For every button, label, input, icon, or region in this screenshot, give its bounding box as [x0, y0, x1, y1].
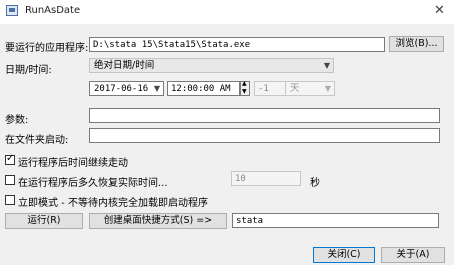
time-spinner[interactable]: ▲ ▼ [240, 80, 250, 96]
program-label: 要运行的应用程序: [5, 43, 89, 54]
time-input[interactable]: 12:00:00 AM [167, 81, 240, 96]
datetime-label: 日期/时间: [5, 65, 52, 76]
run-button[interactable]: 运行(R) [5, 213, 83, 229]
datetime-mode-value: 绝对日期/时间 [94, 60, 155, 71]
chevron-down-icon: ▼ [323, 61, 330, 70]
about-button[interactable]: 关于(A) [381, 247, 445, 263]
browse-button[interactable]: 浏览(B)... [389, 36, 444, 52]
datetime-mode-select[interactable]: 绝对日期/时间 ▼ [89, 58, 334, 73]
params-input[interactable] [89, 108, 440, 123]
spin-down-icon: ▼ [242, 88, 247, 95]
restore-time-label: 在运行程序后多久恢复实际时间... [18, 178, 168, 189]
create-shortcut-button[interactable]: 创建桌面快捷方式(S) => [89, 213, 227, 229]
spin-up-icon: ▲ [242, 80, 247, 87]
immediate-mode-checkbox[interactable] [5, 195, 15, 205]
close-window-icon[interactable]: ✕ [434, 3, 445, 18]
startdir-label: 在文件夹启动: [5, 135, 69, 146]
restore-time-checkbox[interactable] [5, 175, 15, 185]
calendar-dropdown-icon: ▼ [153, 84, 160, 93]
offset-unit-value: 天 [290, 83, 300, 94]
immediate-mode-label: 立即模式 - 不等待内核完全加载即启动程序 [18, 198, 208, 209]
shortcut-name-input[interactable]: stata [232, 213, 439, 228]
chevron-down-icon: ▼ [324, 84, 331, 93]
restore-unit-label: 秒 [310, 178, 320, 189]
date-value: 2017-06-16 [94, 84, 149, 94]
keep-moving-label: 运行程序后时间继续走动 [18, 158, 128, 169]
program-path-input[interactable]: D:\stata 15\Stata15\Stata.exe [89, 37, 385, 52]
params-label: 参数: [5, 115, 29, 126]
startdir-input[interactable] [89, 128, 440, 143]
close-button[interactable]: 关闭(C) [313, 247, 375, 263]
window-title: RunAsDate [25, 5, 81, 16]
app-icon [6, 5, 18, 16]
date-picker[interactable]: 2017-06-16 ▼ [89, 81, 164, 96]
keep-moving-checkbox[interactable] [5, 153, 15, 165]
title-bar: RunAsDate ✕ [0, 0, 454, 24]
offset-unit-select[interactable]: 天 ▼ [285, 81, 335, 96]
restore-seconds-input[interactable]: 10 [231, 171, 301, 186]
